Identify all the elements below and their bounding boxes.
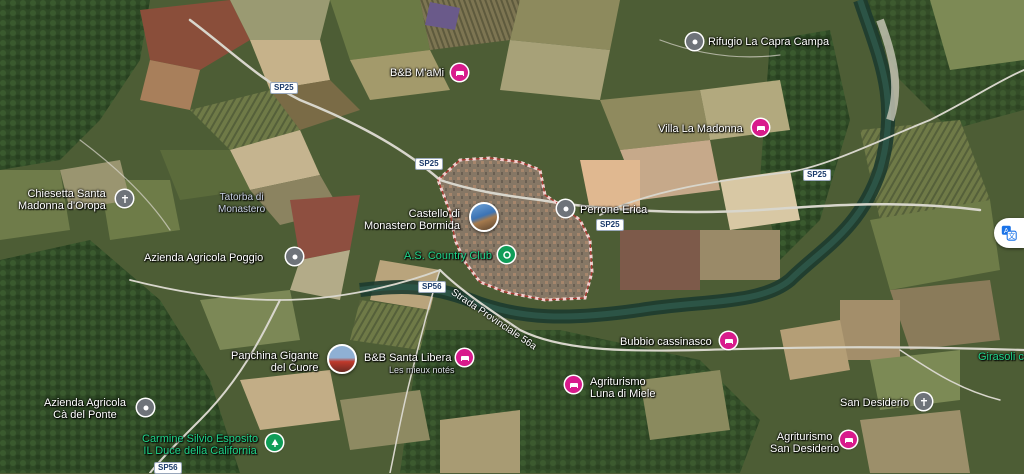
road-shield-sp25: SP25 — [596, 219, 624, 231]
place-label-san-desiderio[interactable]: San Desiderio — [840, 397, 909, 409]
place-label-bubbio[interactable]: Bubbio cassinasco — [620, 336, 712, 348]
place-label-azienda-poggio[interactable]: Azienda Agricola Poggio — [144, 252, 263, 264]
tree-icon[interactable] — [266, 434, 283, 451]
place-label-country-club[interactable]: A.S. Country Club — [404, 250, 492, 262]
place-label-bb-mami[interactable]: B&B M'aMi — [390, 67, 444, 79]
place-label-villa-madonna[interactable]: Villa La Madonna — [658, 123, 743, 135]
hotel-icon[interactable] — [456, 349, 473, 366]
place-label-chiesetta[interactable]: Chiesetta Santa Madonna d'Oropa — [18, 188, 106, 212]
hotel-icon[interactable] — [565, 376, 582, 393]
translate-icon: A 文 — [1000, 224, 1018, 242]
church-icon[interactable] — [915, 393, 932, 410]
church-icon[interactable] — [116, 190, 133, 207]
place-label-panchina[interactable]: Panchina Gigante del Cuore — [231, 350, 318, 374]
place-label-agriturismo-sd[interactable]: Agriturismo San Desiderio — [770, 431, 839, 455]
place-pin-icon[interactable] — [286, 248, 303, 265]
hotel-icon[interactable] — [840, 431, 857, 448]
road-shield-sp25: SP25 — [270, 82, 298, 94]
road-shield-sp56: SP56 — [154, 462, 182, 474]
place-label-agriturismo-luna[interactable]: Agriturismo Luna di Miele — [590, 376, 655, 400]
place-label-bb-santa-libera[interactable]: B&B Santa Libera — [364, 352, 451, 364]
hotel-icon[interactable] — [720, 332, 737, 349]
place-pin-icon[interactable] — [686, 33, 703, 50]
place-sublabel-bb-santa-libera: Les mieux notés — [389, 365, 455, 375]
translate-button[interactable]: A 文 — [994, 218, 1024, 248]
castle-photo-icon[interactable] — [469, 202, 499, 232]
place-label-girasoli[interactable]: Girasoli c — [978, 351, 1024, 363]
sports-club-icon[interactable] — [498, 246, 515, 263]
place-label-carmine[interactable]: Carmine Silvio Esposito IL Duce della Ca… — [142, 433, 258, 457]
place-label-tatorba: Tatorba di Monastero — [218, 192, 266, 215]
place-pin-icon[interactable] — [557, 200, 574, 217]
hotel-icon[interactable] — [752, 119, 769, 136]
place-label-castello[interactable]: Castello di Monastero Bormida — [364, 208, 460, 232]
place-pin-icon[interactable] — [137, 399, 154, 416]
hotel-icon[interactable] — [451, 64, 468, 81]
bench-photo-icon[interactable] — [327, 344, 357, 374]
road-shield-sp25: SP25 — [803, 169, 831, 181]
road-shield-sp25: SP25 — [415, 158, 443, 170]
svg-text:文: 文 — [1008, 231, 1015, 240]
place-label-perrone[interactable]: Perrone Erica — [580, 204, 647, 216]
road-shield-sp56: SP56 — [418, 281, 446, 293]
place-label-rifugio[interactable]: Rifugio La Capra Campa — [708, 36, 829, 48]
place-label-azienda-ponte[interactable]: Azienda Agricola Cà del Ponte — [44, 397, 126, 421]
